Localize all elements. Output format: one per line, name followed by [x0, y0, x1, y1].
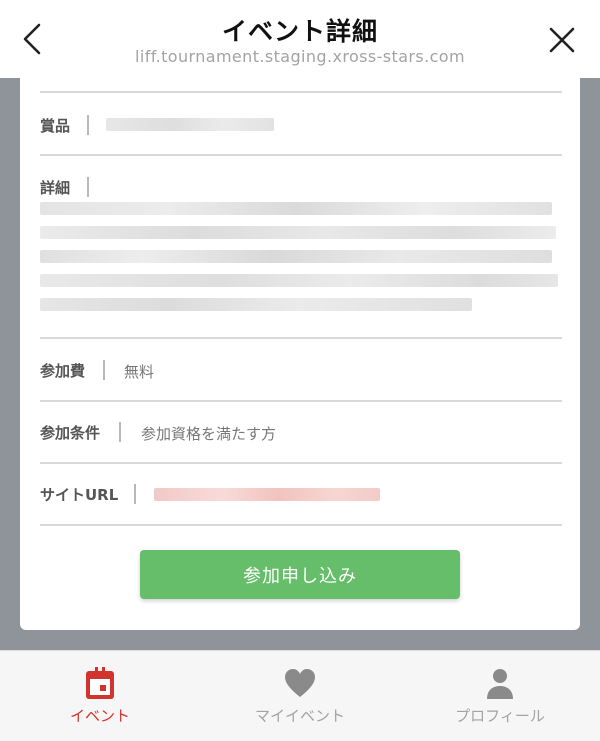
- tab-profile-label: プロフィール: [455, 707, 545, 725]
- tab-profile[interactable]: プロフィール: [400, 651, 600, 741]
- fee-value: 無料: [124, 363, 155, 381]
- label-separator: [103, 360, 105, 380]
- divider: [40, 400, 562, 402]
- label-separator: [134, 484, 136, 504]
- prize-value-redacted: [106, 118, 274, 131]
- tab-my-events-label: マイイベント: [254, 707, 345, 725]
- tab-events[interactable]: イベント: [0, 651, 200, 741]
- heart-icon: [285, 669, 315, 697]
- label-separator: [119, 422, 121, 442]
- tab-my-events[interactable]: マイイベント: [200, 651, 400, 741]
- apply-button[interactable]: 参加申し込み: [140, 550, 460, 599]
- close-icon: [549, 27, 575, 53]
- fee-label: 参加費: [40, 362, 86, 380]
- divider: [40, 462, 562, 464]
- condition-label: 参加条件: [40, 424, 101, 442]
- divider: [40, 337, 562, 339]
- site-url-label: サイトURL: [40, 486, 119, 504]
- condition-value: 参加資格を満たす方: [141, 425, 277, 443]
- page-title: イベント詳細: [221, 17, 378, 46]
- page-url: liff.tournament.staging.xross-stars.com: [135, 47, 465, 66]
- calendar-icon: [86, 667, 114, 699]
- label-separator: [87, 115, 89, 135]
- divider: [40, 524, 562, 526]
- label-separator: [87, 177, 89, 197]
- divider: [40, 154, 562, 156]
- bottom-tab-bar: イベント マイイベント プロフィール: [0, 650, 600, 741]
- detail-label: 詳細: [40, 179, 71, 197]
- header-bar: イベント詳細 liff.tournament.staging.xross-sta…: [0, 0, 600, 78]
- divider: [40, 91, 562, 93]
- person-icon: [487, 669, 513, 699]
- site-url-link-redacted[interactable]: [154, 488, 380, 501]
- tab-events-label: イベント: [69, 707, 130, 725]
- close-button[interactable]: [546, 24, 578, 56]
- prize-label: 賞品: [40, 117, 71, 135]
- event-detail-card: 賞品 詳細 参加費 無料 参加条件 参加資格を満たす方 サイトURL 参加申し込…: [20, 78, 580, 630]
